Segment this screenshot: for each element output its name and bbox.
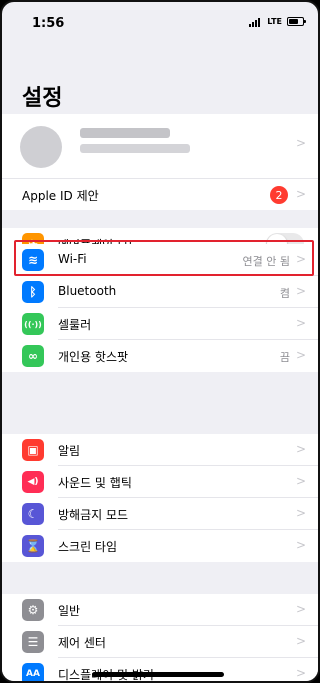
chevron-right-icon: > bbox=[295, 442, 306, 456]
settings-row-hotspot[interactable]: ∞ 개인용 핫스팟 끔 > bbox=[2, 340, 318, 372]
row-label: 제어 센터 bbox=[58, 636, 106, 650]
gear-icon: ⚙ bbox=[22, 599, 44, 621]
control-center-icon: ☰ bbox=[22, 631, 44, 653]
display-icon: AA bbox=[22, 663, 44, 681]
profile-name-blurred bbox=[80, 128, 170, 138]
chevron-right-icon: > bbox=[295, 348, 306, 362]
signal-icon bbox=[249, 18, 260, 27]
row-value: 끔 bbox=[279, 351, 290, 364]
chevron-right-icon: > bbox=[295, 666, 306, 680]
row-label: 일반 bbox=[58, 604, 81, 618]
apple-id-suggestion-label: Apple ID 제안 bbox=[22, 189, 99, 203]
row-label: 방해금지 모드 bbox=[58, 508, 129, 522]
chevron-right-icon: > bbox=[295, 187, 306, 201]
status-time: 1:56 bbox=[32, 16, 65, 31]
wifi-icon: ≋ bbox=[22, 249, 44, 271]
network-type: LTE bbox=[267, 17, 282, 26]
notifications-icon: ▣ bbox=[22, 439, 44, 461]
chevron-right-icon: > bbox=[295, 538, 306, 552]
settings-row-notifications[interactable]: ▣ 알림 > bbox=[2, 434, 318, 466]
settings-row-bluetooth[interactable]: ᛒ Bluetooth 켬 > bbox=[2, 276, 318, 308]
page-title: 설정 bbox=[22, 86, 63, 111]
settings-row-cellular[interactable]: ((·)) 셀룰러 > bbox=[2, 308, 318, 340]
row-value: 켬 bbox=[279, 287, 290, 300]
row-label: Wi-Fi bbox=[58, 252, 87, 266]
sound-icon: ◀) bbox=[22, 471, 44, 493]
row-label: 개인용 핫스팟 bbox=[58, 350, 129, 364]
chevron-right-icon: > bbox=[295, 474, 306, 488]
chevron-right-icon: > bbox=[295, 316, 306, 330]
apple-id-suggestion-row[interactable]: Apple ID 제안 2 > bbox=[2, 178, 318, 210]
notification-badge: 2 bbox=[270, 186, 288, 204]
settings-row-wifi[interactable]: ≋ Wi-Fi 연결 안 됨 > bbox=[2, 244, 318, 276]
home-indicator[interactable] bbox=[92, 672, 224, 677]
settings-row-screen-time[interactable]: ⌛ 스크린 타임 > bbox=[2, 530, 318, 562]
avatar bbox=[20, 126, 62, 168]
chevron-right-icon: > bbox=[295, 602, 306, 616]
row-label: Bluetooth bbox=[58, 284, 117, 298]
settings-row-control-center[interactable]: ☰ 제어 센터 > bbox=[2, 626, 318, 658]
status-bar: 1:56 LTE bbox=[2, 2, 318, 42]
settings-row-general[interactable]: ⚙ 일반 > bbox=[2, 594, 318, 626]
cellular-icon: ((·)) bbox=[22, 313, 44, 335]
chevron-right-icon: > bbox=[295, 136, 306, 150]
row-value: 연결 안 됨 bbox=[242, 255, 290, 268]
settings-row-display[interactable]: AA 디스플레이 및 밝기 > bbox=[2, 658, 318, 681]
chevron-right-icon: > bbox=[295, 252, 306, 266]
chevron-right-icon: > bbox=[295, 634, 306, 648]
bluetooth-icon: ᛒ bbox=[22, 281, 44, 303]
chevron-right-icon: > bbox=[295, 284, 306, 298]
row-label: 사운드 및 햅틱 bbox=[58, 476, 132, 490]
settings-screen: 1:56 LTE 설정 > Apple ID 제안 2 > ✈ 에어플레인 모드… bbox=[0, 0, 320, 683]
battery-icon bbox=[287, 17, 306, 26]
profile-subtitle-blurred bbox=[80, 144, 190, 153]
hourglass-icon: ⌛ bbox=[22, 535, 44, 557]
row-label: 스크린 타임 bbox=[58, 540, 118, 554]
apple-id-profile[interactable]: > bbox=[2, 114, 318, 178]
chevron-right-icon: > bbox=[295, 506, 306, 520]
row-label: 셀룰러 bbox=[58, 318, 92, 332]
row-label: 알림 bbox=[58, 444, 81, 458]
hotspot-icon: ∞ bbox=[22, 345, 44, 367]
settings-row-sounds[interactable]: ◀) 사운드 및 햅틱 > bbox=[2, 466, 318, 498]
settings-row-do-not-disturb[interactable]: ☾ 방해금지 모드 > bbox=[2, 498, 318, 530]
moon-icon: ☾ bbox=[22, 503, 44, 525]
